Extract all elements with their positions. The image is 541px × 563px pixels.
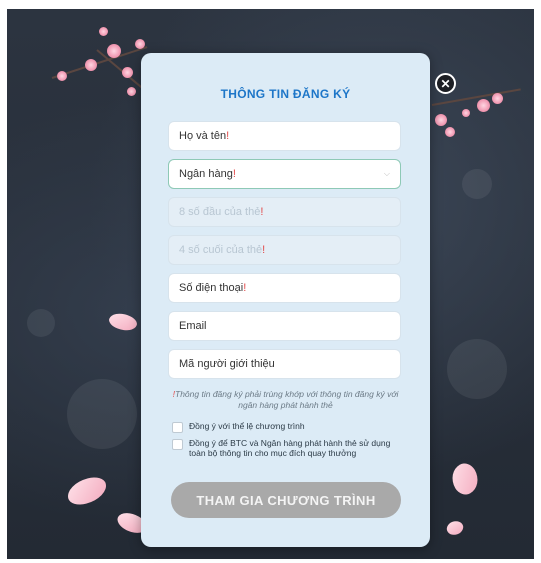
cherry-blossom bbox=[477, 99, 490, 112]
cherry-blossom bbox=[85, 59, 97, 71]
agree-data-label: Đồng ý để BTC và Ngân hàng phát hành thẻ… bbox=[189, 438, 391, 458]
bank-select[interactable]: Ngân hàng! ⌵ bbox=[168, 159, 401, 189]
note-text: Thông tin đăng ký phải trùng khớp với th… bbox=[175, 389, 399, 410]
falling-petal bbox=[107, 309, 139, 335]
registration-modal: THÔNG TIN ĐĂNG KÝ Họ và tên! Ngân hàng! … bbox=[141, 53, 430, 547]
required-mark: ! bbox=[243, 282, 247, 294]
cherry-blossom bbox=[462, 109, 470, 117]
form-title: THÔNG TIN ĐĂNG KÝ bbox=[220, 87, 351, 101]
cherry-blossom bbox=[445, 127, 455, 137]
referrer-placeholder: Mã người giới thiệu bbox=[179, 358, 275, 370]
bokeh-light bbox=[67, 379, 137, 449]
agree-data-checkbox[interactable] bbox=[172, 439, 183, 450]
cherry-blossom bbox=[435, 114, 447, 126]
cherry-blossom bbox=[492, 93, 503, 104]
phone-input[interactable]: Số điện thoại! bbox=[168, 273, 401, 303]
required-mark: ! bbox=[232, 168, 236, 180]
agree-terms-checkbox-row[interactable]: Đồng ý với thể lệ chương trình bbox=[172, 421, 400, 433]
bokeh-light bbox=[27, 309, 55, 337]
agree-terms-label: Đồng ý với thể lệ chương trình bbox=[189, 421, 305, 431]
required-mark: ! bbox=[260, 206, 264, 218]
bokeh-light bbox=[447, 339, 507, 399]
cherry-blossom bbox=[57, 71, 67, 81]
agree-terms-checkbox[interactable] bbox=[172, 422, 183, 433]
full-name-input[interactable]: Họ và tên! bbox=[168, 121, 401, 151]
card-last4-input[interactable]: 4 số cuối của thẻ! bbox=[168, 235, 401, 265]
close-icon: ✕ bbox=[440, 76, 451, 91]
cherry-blossom bbox=[135, 39, 145, 49]
card-last4-placeholder: 4 số cuối của thẻ bbox=[179, 244, 263, 256]
required-mark: ! bbox=[226, 130, 230, 142]
form-note: !Thông tin đăng ký phải trùng khớp với t… bbox=[171, 389, 400, 411]
phone-placeholder: Số điện thoại bbox=[179, 282, 244, 294]
close-button[interactable]: ✕ bbox=[435, 73, 456, 94]
card-first8-placeholder: 8 số đầu của thẻ bbox=[179, 206, 261, 218]
cherry-blossom bbox=[127, 87, 136, 96]
falling-petal bbox=[445, 519, 465, 537]
required-mark: ! bbox=[262, 244, 266, 256]
agree-data-checkbox-row[interactable]: Đồng ý để BTC và Ngân hàng phát hành thẻ… bbox=[172, 438, 400, 458]
card-first8-input[interactable]: 8 số đầu của thẻ! bbox=[168, 197, 401, 227]
full-name-placeholder: Họ và tên bbox=[179, 130, 227, 142]
referrer-code-input[interactable]: Mã người giới thiệu bbox=[168, 349, 401, 379]
chevron-down-icon: ⌵ bbox=[383, 169, 390, 178]
bokeh-light bbox=[462, 169, 492, 199]
falling-petal bbox=[446, 459, 484, 499]
submit-button[interactable]: THAM GIA CHƯƠNG TRÌNH bbox=[171, 482, 401, 518]
cherry-blossom bbox=[107, 44, 121, 58]
email-input[interactable]: Email bbox=[168, 311, 401, 341]
email-placeholder: Email bbox=[179, 320, 207, 332]
cherry-blossom bbox=[122, 67, 133, 78]
cherry-blossom bbox=[99, 27, 108, 36]
falling-petal bbox=[64, 474, 110, 508]
bank-placeholder: Ngân hàng bbox=[179, 168, 233, 180]
